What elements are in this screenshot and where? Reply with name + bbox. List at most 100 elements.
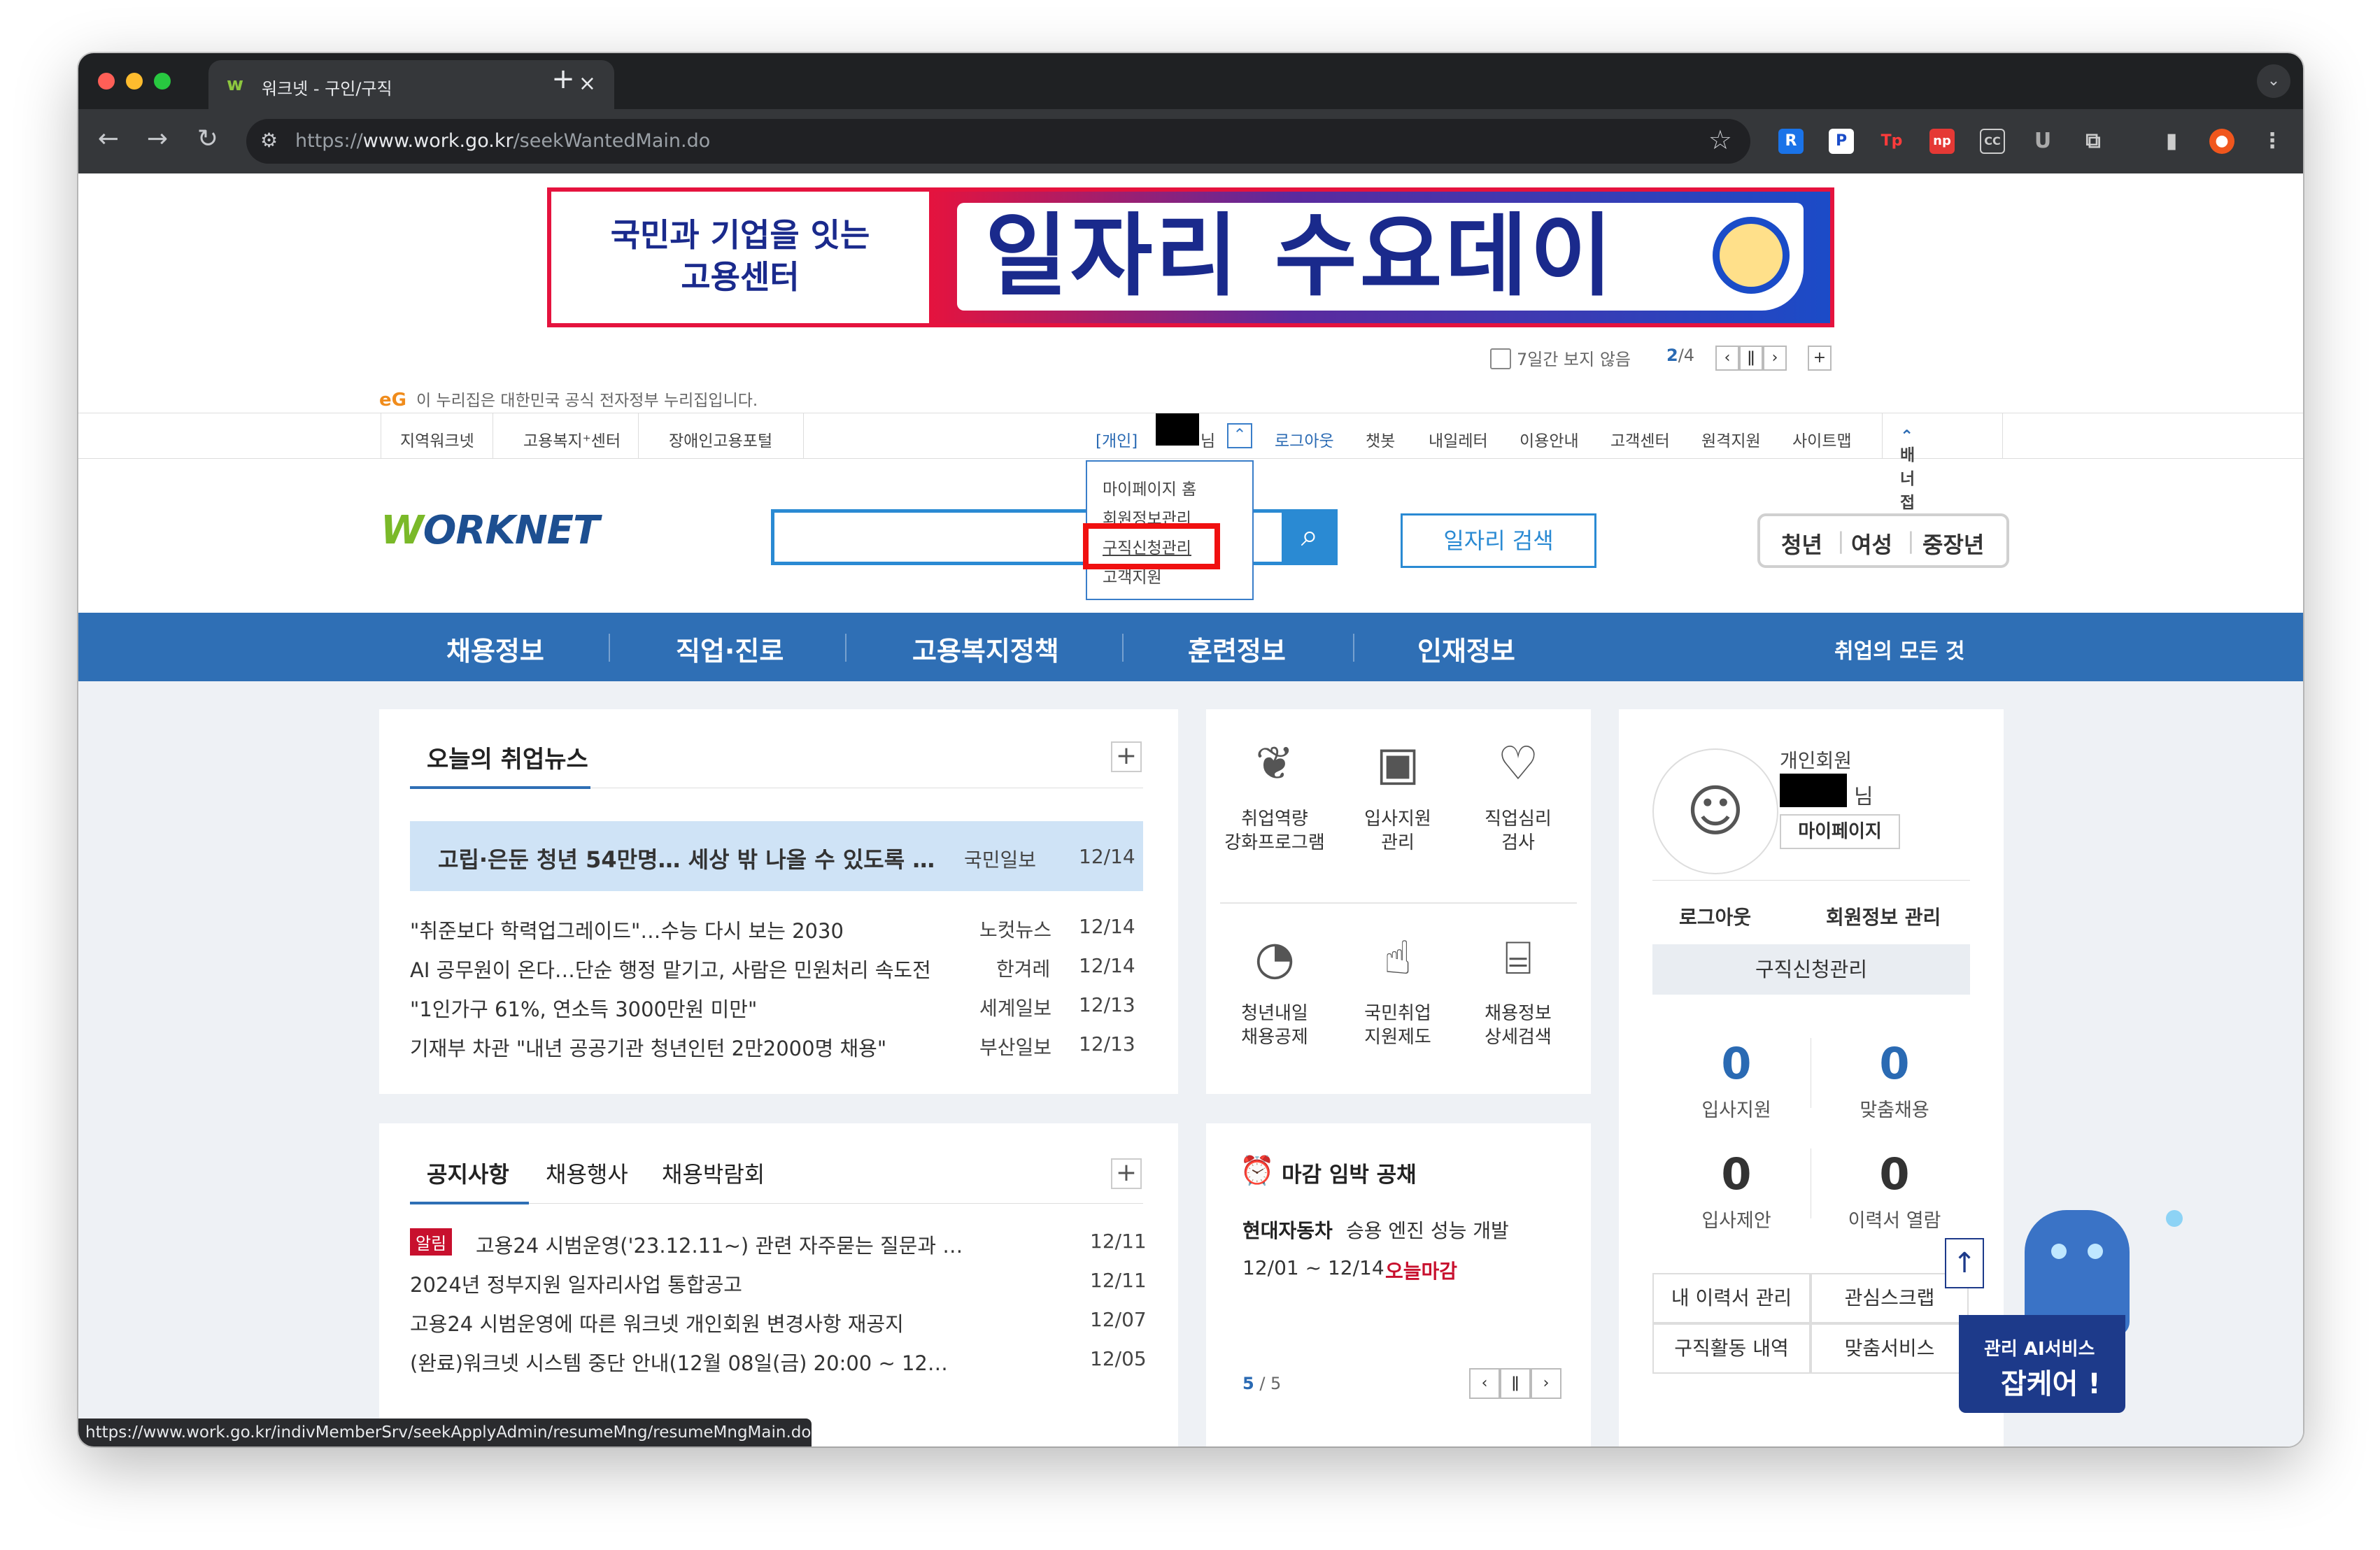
- profile-member-info-link[interactable]: 회원정보 관리: [1826, 902, 1941, 930]
- sitemap-link[interactable]: 사이트맵: [1792, 427, 1852, 451]
- banner-pause-icon[interactable]: ǁ: [1739, 346, 1763, 371]
- tab-events[interactable]: 채용행사: [546, 1157, 628, 1189]
- newsletter-link[interactable]: 내일레터: [1429, 427, 1488, 451]
- service-national-support[interactable]: ☝ 국민취업 지원제도: [1339, 930, 1457, 1049]
- my-resume-button[interactable]: 내 이력서 관리: [1652, 1273, 1811, 1323]
- chatbot-link[interactable]: 챗봇: [1366, 427, 1395, 451]
- deadline-company[interactable]: 현대자동차: [1242, 1216, 1333, 1244]
- nav-all-jobs[interactable]: 취업의 모든 것: [1834, 634, 1965, 664]
- extension-u-icon[interactable]: U: [2030, 129, 2055, 154]
- new-tab-icon[interactable]: +: [546, 63, 581, 95]
- worknet-logo[interactable]: WORKNET: [381, 508, 600, 553]
- site-info-icon[interactable]: ⚙: [260, 129, 278, 152]
- profile-logout-link[interactable]: 로그아웃: [1679, 902, 1751, 930]
- remote-support-link[interactable]: 원격지원: [1701, 427, 1761, 451]
- profile-avatar[interactable]: ●: [2209, 129, 2234, 154]
- notice-more-icon[interactable]: +: [1111, 1158, 1142, 1189]
- news-more-icon[interactable]: +: [1111, 741, 1142, 772]
- hide-7days-checkbox[interactable]: [1490, 348, 1511, 369]
- customer-center-link[interactable]: 고객센터: [1610, 427, 1670, 451]
- notice-item[interactable]: (완료)워크넷 시스템 중단 안내(12월 08일(금) 20:00 ~ 12…: [410, 1347, 948, 1377]
- stat-resume-views[interactable]: 0 이력서 열람: [1839, 1149, 1950, 1232]
- youth-link[interactable]: 청년: [1781, 527, 1822, 560]
- logout-link[interactable]: 로그아웃: [1275, 427, 1334, 451]
- service-detail-search[interactable]: ⌸ 채용정보 상세검색: [1459, 930, 1577, 1049]
- deadline-pause-icon[interactable]: ǁ: [1500, 1368, 1531, 1399]
- forward-icon[interactable]: →: [140, 125, 175, 153]
- news-headline[interactable]: 고립·은둔 청년 54만명… 세상 밖 나올 수 있도록 … 국민일보 12/1…: [410, 821, 1143, 891]
- search-icon[interactable]: ⌕: [1282, 509, 1338, 565]
- close-window-dot[interactable]: [98, 73, 115, 90]
- tab-search-icon[interactable]: ⌄: [2257, 64, 2290, 98]
- browser-toolbar: ← → ↻ ⚙ https://www.work.go.kr/seekWante…: [78, 109, 2303, 173]
- service-training[interactable]: ❦ 취업역량 강화프로그램: [1216, 736, 1333, 855]
- reload-icon[interactable]: ↻: [190, 125, 225, 153]
- banner-prev-icon[interactable]: ‹: [1715, 346, 1739, 371]
- link-regional-worknet[interactable]: 지역워크넷: [400, 427, 474, 451]
- extension-r-icon[interactable]: R: [1778, 129, 1804, 154]
- stat-applications[interactable]: 0 입사지원: [1680, 1038, 1792, 1122]
- news-date: 12/13: [1079, 993, 1135, 1016]
- nav-recruit[interactable]: 채용정보: [446, 630, 544, 668]
- scroll-top-icon[interactable]: ↑: [1945, 1238, 1984, 1288]
- job-activity-button[interactable]: 구직활동 내역: [1652, 1323, 1811, 1374]
- dropdown-mypage-home[interactable]: 마이페이지 홈: [1103, 476, 1196, 499]
- user-menu-chevron-icon[interactable]: ⌃: [1227, 423, 1252, 448]
- status-bar-url: https://www.work.go.kr/indivMemberSrv/se…: [78, 1419, 812, 1446]
- profile-divider: [1652, 880, 1970, 881]
- guide-link[interactable]: 이용안내: [1520, 427, 1579, 451]
- apply-manage-button[interactable]: 구직신청관리: [1652, 944, 1970, 995]
- notice-item[interactable]: 2024년 정부지원 일자리사업 통합공고: [410, 1269, 742, 1298]
- women-link[interactable]: 여성: [1851, 527, 1892, 560]
- bookmark-star-icon[interactable]: ☆: [1708, 125, 1732, 155]
- close-tab-icon[interactable]: ×: [579, 71, 596, 96]
- service-apply-manage[interactable]: ▣ 입사지원 관리: [1339, 736, 1457, 855]
- browser-menu-icon[interactable]: ⋮: [2260, 129, 2285, 154]
- notice-item[interactable]: 고용24 시범운영에 따른 워크넷 개인회원 변경사항 재공지: [410, 1308, 904, 1337]
- jobcare-tag[interactable]: 관리 AI서비스 잡케어 !: [1959, 1315, 2125, 1413]
- ai-jobcare-widget[interactable]: 관리 AI서비스 잡케어 ! ↑: [1945, 1210, 2183, 1413]
- extensions-puzzle-icon[interactable]: ⧉: [2081, 129, 2106, 154]
- link-welfare-center[interactable]: 고용복지⁺센터: [523, 427, 621, 451]
- notice-item[interactable]: 고용24 시범운영('23.12.11~) 관련 자주묻는 질문과 …: [476, 1230, 963, 1259]
- nav-talent[interactable]: 인재정보: [1417, 630, 1515, 668]
- stat-offers[interactable]: 0 입사제안: [1680, 1149, 1792, 1232]
- news-item[interactable]: AI 공무원이 온다…단순 행정 맡기고, 사람은 민원처리 속도전: [410, 954, 931, 983]
- job-search-button[interactable]: 일자리 검색: [1401, 513, 1596, 568]
- news-item[interactable]: 기재부 차관 "내년 공공기관 청년인턴 2만2000명 채용": [410, 1032, 886, 1062]
- deadline-next-icon[interactable]: ›: [1531, 1368, 1561, 1399]
- news-item[interactable]: "취준보다 학력업그레이드"…수능 다시 보는 2030: [410, 915, 844, 944]
- link-disability-portal[interactable]: 장애인고용포털: [669, 427, 772, 451]
- deadline-title: 마감 임박 공채: [1282, 1162, 1417, 1188]
- tab-notice[interactable]: 공지사항: [427, 1157, 509, 1189]
- extension-tp-icon[interactable]: Tp: [1879, 129, 1904, 154]
- zoom-window-dot[interactable]: [154, 73, 171, 90]
- extension-p-icon[interactable]: P: [1829, 129, 1854, 154]
- back-icon[interactable]: ←: [91, 125, 126, 153]
- nav-welfare-policy[interactable]: 고용복지정책: [912, 630, 1059, 668]
- nav-training[interactable]: 훈련정보: [1188, 630, 1286, 668]
- banner-next-icon[interactable]: ›: [1763, 346, 1787, 371]
- banner-more-icon[interactable]: +: [1808, 346, 1832, 371]
- extension-cc-icon[interactable]: CC: [1980, 129, 2005, 154]
- services-card: ❦ 취업역량 강화프로그램 ▣ 입사지원 관리 ♡ 직업심리 검사 ◔ 청년내일 채용공제 ☝ 국…: [1206, 709, 1591, 1094]
- service-youth-deduction[interactable]: ◔ 청년내일 채용공제: [1216, 930, 1333, 1049]
- minimize-window-dot[interactable]: [126, 73, 143, 90]
- custom-service-button[interactable]: 맞춤서비스: [1811, 1323, 1969, 1374]
- top-banner[interactable]: 국민과 기업을 잇는 고용센터 일자리 수요데이: [547, 187, 1834, 327]
- banner-fold-button[interactable]: 배너 접기 ⌃: [1900, 427, 1915, 536]
- stat-matched-jobs[interactable]: 0 맞춤채용: [1839, 1038, 1950, 1122]
- middle-age-link[interactable]: 중장년: [1922, 527, 1984, 560]
- service-psych-test[interactable]: ♡ 직업심리 검사: [1459, 736, 1577, 855]
- robot-antenna-icon: [2166, 1210, 2183, 1227]
- news-item[interactable]: "1인가구 61%, 연소득 3000만원 미만": [410, 993, 757, 1023]
- mypage-button[interactable]: 마이페이지: [1780, 814, 1900, 849]
- hide-7days-label: 7일간 보지 않음: [1517, 350, 1631, 369]
- extension-np-icon[interactable]: np: [1929, 129, 1955, 154]
- address-bar[interactable]: ⚙ https://www.work.go.kr/seekWantedMain.…: [246, 119, 1750, 164]
- deadline-job[interactable]: 승용 엔진 성능 개발: [1346, 1216, 1509, 1244]
- nav-career[interactable]: 직업·진로: [676, 630, 784, 668]
- side-panel-icon[interactable]: ▮: [2159, 129, 2184, 154]
- tab-job-fairs[interactable]: 채용박람회: [662, 1157, 765, 1189]
- deadline-prev-icon[interactable]: ‹: [1469, 1368, 1500, 1399]
